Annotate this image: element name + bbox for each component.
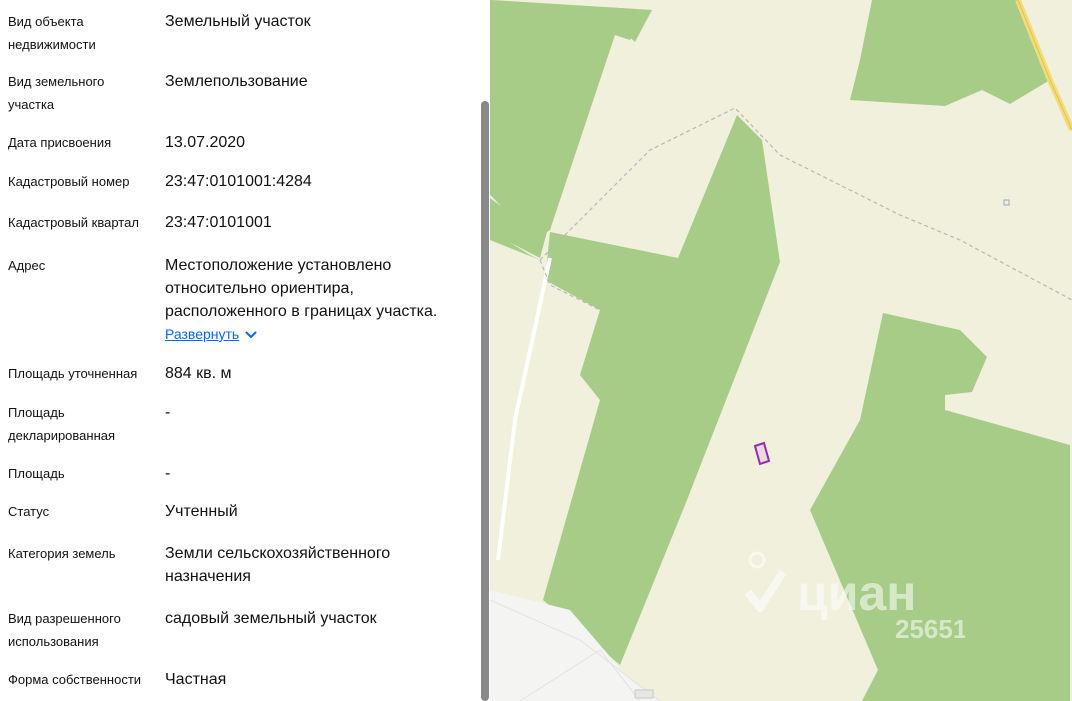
cian-logo-icon: циан 25651 xyxy=(745,551,965,644)
chevron-down-icon xyxy=(245,331,257,338)
field-label: Площадь декларированная xyxy=(8,405,116,443)
field-value: Учтенный xyxy=(165,503,238,520)
field-label: Форма собственности xyxy=(8,672,142,687)
property-details-panel: Вид объекта недвижимости Земельный участ… xyxy=(0,0,490,701)
field-label: Площадь xyxy=(8,466,65,481)
field-label: Вид земельного участка xyxy=(8,74,105,112)
field-value: 23:47:0101001:4284 xyxy=(165,173,312,190)
field-value: 13.07.2020 xyxy=(165,134,246,151)
field-label: Вид разрешенного использования xyxy=(8,611,121,649)
map-building xyxy=(634,689,654,699)
field-label: Кадастровый номер xyxy=(8,174,130,189)
watermark-number: 25651 xyxy=(895,614,965,644)
address-text: Местоположение установлено относительно … xyxy=(165,257,438,320)
field-value: 23:47:0101001 xyxy=(165,214,272,231)
field-value: - xyxy=(165,404,171,421)
field-label: Дата присвоения xyxy=(8,135,112,150)
field-label: Кадастровый квартал xyxy=(8,215,139,230)
field-value: Землепользование xyxy=(165,73,308,90)
field-value: Частная xyxy=(165,671,227,688)
field-value: Земли сельскохозяйственного назначения xyxy=(165,545,391,585)
field-value: садовый земельный участок xyxy=(165,610,377,627)
field-label: Статус xyxy=(8,504,50,519)
expand-address-link[interactable]: Развернуть xyxy=(165,323,257,346)
field-value: Местоположение установлено относительно … xyxy=(165,254,465,346)
map-forest-area xyxy=(850,0,1050,106)
scrollbar-thumb[interactable] xyxy=(481,101,489,701)
field-label: Адрес xyxy=(8,258,46,273)
field-value: 884 кв. м xyxy=(165,365,232,382)
watermark-logo-text: циан xyxy=(797,565,916,621)
field-value: Земельный участок xyxy=(165,13,311,30)
watermark: циан 25651 xyxy=(745,548,965,648)
expand-link-label: Развернуть xyxy=(165,326,240,342)
field-label: Площадь уточненная xyxy=(8,366,138,381)
cadastral-map[interactable]: циан 25651 xyxy=(490,0,1072,701)
field-label: Вид объекта недвижимости xyxy=(8,14,96,52)
field-value: - xyxy=(165,465,171,482)
field-label: Категория земель xyxy=(8,546,116,561)
